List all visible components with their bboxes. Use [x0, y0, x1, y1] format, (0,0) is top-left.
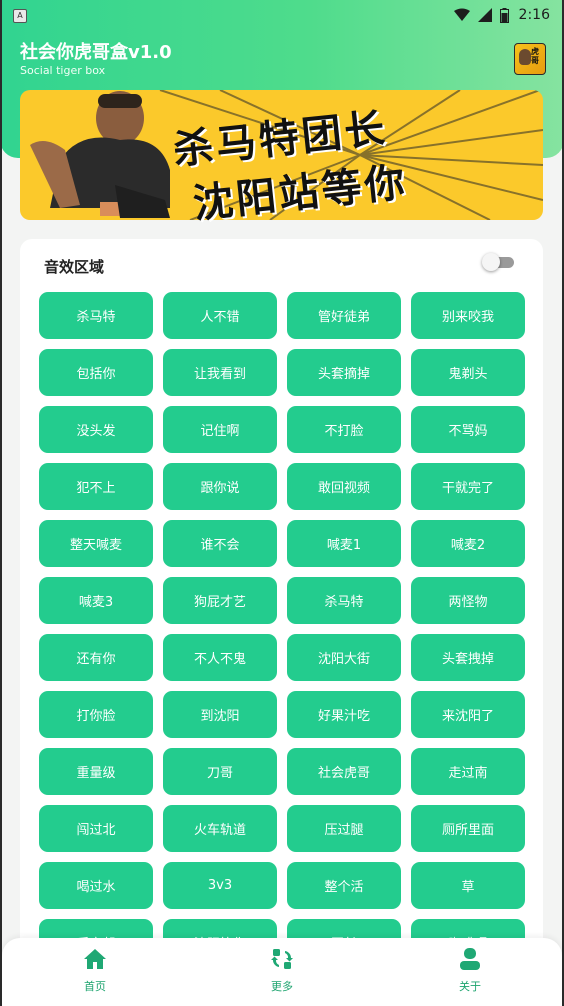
nav-home-label: 首页 [84, 980, 106, 993]
section-title: 音效区域 [44, 258, 105, 276]
nav-about[interactable]: 关于 [430, 948, 510, 994]
sound-button[interactable]: 喊麦3 [39, 577, 153, 624]
sound-button[interactable]: 来沈阳了 [411, 691, 525, 738]
sound-button[interactable]: 包括你 [39, 349, 153, 396]
sound-effects-card: 音效区域 杀马特 人不错 管好徒弟 别来咬我 包括你 让我看到 头套摘掉 鬼剃头 没头发 记住啊不… [20, 239, 543, 979]
sound-button[interactable]: 管好徒弟 [287, 292, 401, 339]
sound-button[interactable]: 敢回视频 [287, 463, 401, 510]
avatar[interactable]: 虎哥 [514, 43, 546, 75]
sound-button[interactable]: 狗屁才艺 [163, 577, 277, 624]
toggle-thumb [482, 253, 500, 271]
sound-button[interactable]: 整天喊麦 [39, 520, 153, 567]
nav-more-label: 更多 [271, 980, 293, 993]
sound-button[interactable]: 社会虎哥 [287, 748, 401, 795]
sound-button[interactable]: 头套摘掉 [287, 349, 401, 396]
banner-man-figure [30, 91, 170, 218]
notification-app-icon: A [13, 9, 27, 23]
screen-frame-left [0, 0, 2, 1006]
avatar-figure [519, 49, 531, 65]
sound-button[interactable]: 跟你说 [163, 463, 277, 510]
sound-button[interactable]: 火车轨道 [163, 805, 277, 852]
status-bar: A 2:16 [0, 0, 564, 32]
nav-more[interactable]: 更多 [242, 948, 322, 994]
sound-button[interactable]: 打你脸 [39, 691, 153, 738]
sound-button-grid: 杀马特 人不错 管好徒弟 别来咬我 包括你 让我看到 头套摘掉 鬼剃头 没头发 记住啊 不打脸 不骂妈… [39, 292, 525, 966]
sound-button[interactable]: 好果汁吃 [287, 691, 401, 738]
sound-button[interactable]: 头套拽掉 [411, 634, 525, 681]
sound-button[interactable]: 沈阳大街 [287, 634, 401, 681]
nav-home[interactable]: 首页 [55, 948, 135, 994]
sound-button[interactable]: 没头发 [39, 406, 153, 453]
sound-button[interactable]: 记住啊 [163, 406, 277, 453]
app-subtitle: Social tiger box [20, 64, 106, 77]
signal-icon [477, 8, 492, 22]
sound-button[interactable]: 别来咬我 [411, 292, 525, 339]
sound-button[interactable]: 压过腿 [287, 805, 401, 852]
wifi-icon [453, 8, 470, 21]
bottom-navigation: 首页 更多 关于 [2, 938, 562, 1006]
sound-button[interactable]: 杀马特 [287, 577, 401, 624]
nav-about-label: 关于 [459, 980, 481, 993]
sound-button[interactable]: 闯过北 [39, 805, 153, 852]
sound-button[interactable]: 重量级 [39, 748, 153, 795]
sound-button[interactable]: 两怪物 [411, 577, 525, 624]
sound-button[interactable]: 让我看到 [163, 349, 277, 396]
sound-button[interactable]: 喊麦1 [287, 520, 401, 567]
sound-button[interactable]: 不骂妈 [411, 406, 525, 453]
sound-button[interactable]: 人不错 [163, 292, 277, 339]
avatar-text: 虎哥 [531, 47, 539, 65]
sound-button[interactable]: 走过南 [411, 748, 525, 795]
sound-button[interactable]: 整个活 [287, 862, 401, 909]
sound-button[interactable]: 喝过水 [39, 862, 153, 909]
sound-button[interactable]: 不打脸 [287, 406, 401, 453]
user-icon [460, 948, 480, 970]
sound-button[interactable]: 不人不鬼 [163, 634, 277, 681]
sound-button[interactable]: 还有你 [39, 634, 153, 681]
status-time: 2:16 [518, 7, 550, 23]
sound-button[interactable]: 喊麦2 [411, 520, 525, 567]
sound-button[interactable]: 犯不上 [39, 463, 153, 510]
sound-button[interactable]: 干就完了 [411, 463, 525, 510]
sound-button[interactable]: 谁不会 [163, 520, 277, 567]
sound-button[interactable]: 鬼剃头 [411, 349, 525, 396]
battery-icon [499, 7, 509, 23]
sound-button[interactable]: 草 [411, 862, 525, 909]
app-title: 社会你虎哥盒v1.0 [20, 42, 172, 63]
sound-button[interactable]: 3v3 [163, 862, 277, 909]
home-icon [84, 949, 106, 969]
sound-button[interactable]: 刀哥 [163, 748, 277, 795]
refresh-icon [271, 949, 293, 969]
sound-toggle[interactable] [482, 253, 516, 271]
sound-button[interactable]: 杀马特 [39, 292, 153, 339]
sound-button[interactable]: 厕所里面 [411, 805, 525, 852]
sound-button[interactable]: 到沈阳 [163, 691, 277, 738]
